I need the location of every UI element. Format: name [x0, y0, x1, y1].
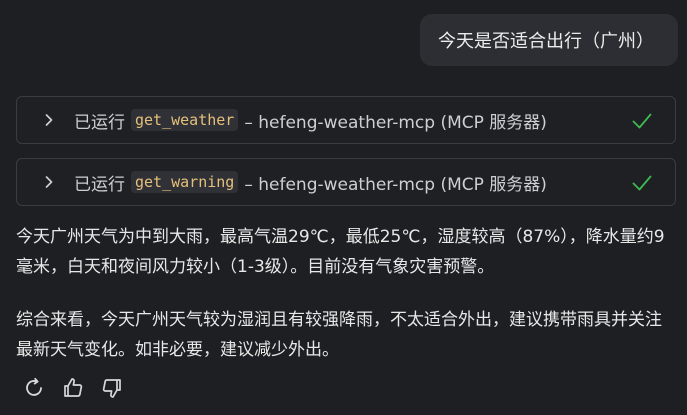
check-icon — [631, 172, 653, 194]
answer-paragraph-1: 今天广州天气为中到大雨，最高气温29℃，最低25℃，湿度较高（87%），降水量约… — [16, 227, 665, 277]
thumbs-down-icon[interactable] — [98, 374, 125, 401]
tool-call-get-warning[interactable]: 已运行 get_warning – hefeng-weather-mcp (MC… — [16, 158, 676, 206]
answer-paragraph-2: 综合来看，今天广州天气较为湿润且有较强降雨，不太适合外出，建议携带雨具并关注最新… — [16, 310, 662, 360]
tool-call-get-weather[interactable]: 已运行 get_weather – hefeng-weather-mcp (MC… — [16, 96, 676, 144]
tool-name: get_warning — [131, 171, 239, 193]
thumbs-up-icon[interactable] — [59, 374, 86, 401]
tool-run-label: 已运行 — [74, 112, 125, 133]
chevron-right-icon[interactable] — [42, 175, 56, 189]
message-actions — [20, 374, 125, 401]
user-message-bubble: 今天是否适合出行（广州） — [420, 14, 678, 66]
tool-server: – hefeng-weather-mcp (MCP 服务器) — [244, 174, 547, 195]
check-icon — [631, 110, 653, 132]
tool-server: – hefeng-weather-mcp (MCP 服务器) — [244, 112, 547, 133]
chevron-right-icon[interactable] — [42, 113, 56, 127]
tool-run-label: 已运行 — [74, 174, 125, 195]
tool-name: get_weather — [131, 109, 239, 131]
user-message-text: 今天是否适合出行（广州） — [438, 31, 654, 52]
regenerate-icon[interactable] — [20, 374, 47, 401]
